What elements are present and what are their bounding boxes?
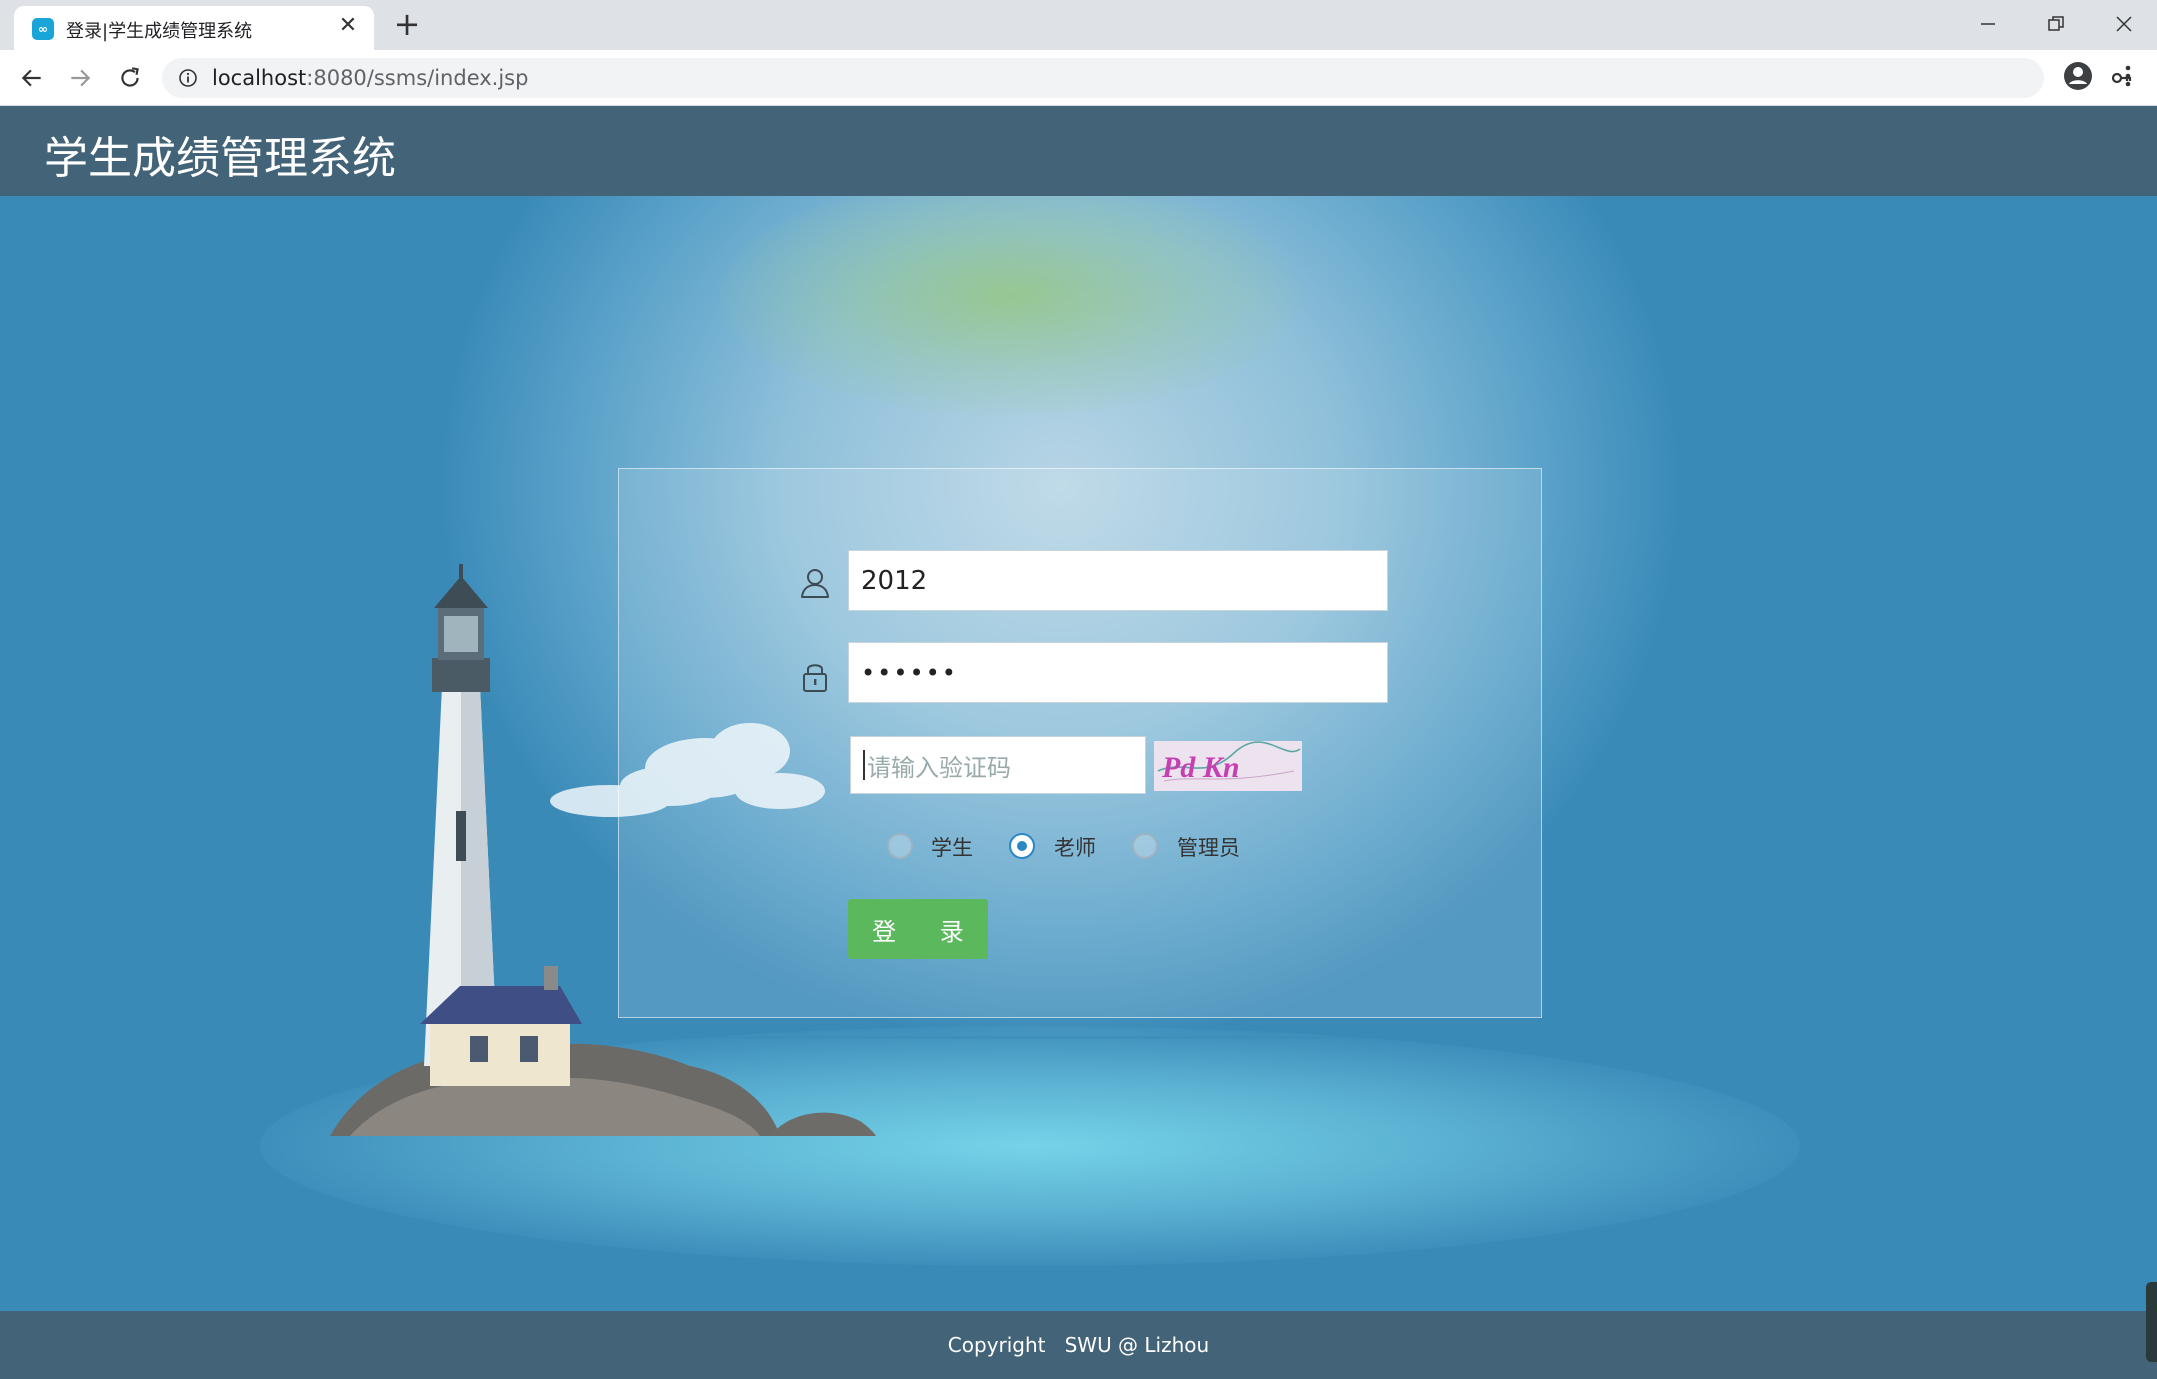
info-icon[interactable] xyxy=(178,68,198,88)
role-radio-student[interactable] xyxy=(887,833,913,859)
reload-icon xyxy=(121,67,139,87)
login-button[interactable]: 登 录 xyxy=(848,899,988,959)
restore-icon xyxy=(2048,16,2064,31)
reload-button[interactable] xyxy=(112,60,148,96)
username-value: 2012 xyxy=(861,565,928,596)
captcha-placeholder: 请输入验证码 xyxy=(867,753,1011,782)
side-handle[interactable] xyxy=(2146,1282,2157,1362)
url-host: localhost xyxy=(212,66,307,90)
address-bar[interactable]: localhost:8080/ssms/index.jsp xyxy=(162,58,2132,98)
app-header: 学生成绩管理系统 xyxy=(0,106,2157,196)
arrow-left-icon xyxy=(21,69,41,87)
password-value: •••••• xyxy=(861,658,958,687)
back-button[interactable] xyxy=(14,60,50,96)
role-radio-admin[interactable] xyxy=(1132,833,1158,859)
url-path: :8080/ssms/index.jsp xyxy=(306,66,529,90)
app-footer: Copyright SWU @ Lizhou xyxy=(0,1311,2157,1379)
more-menu-icon[interactable] xyxy=(2114,62,2142,90)
window-minimize-button[interactable] xyxy=(1958,4,2018,44)
browser-toolbar: localhost:8080/ssms/index.jsp xyxy=(0,50,2157,106)
browser-tab[interactable]: ∞ 登录|学生成绩管理系统 ✕ xyxy=(14,6,374,50)
password-input[interactable]: •••••• xyxy=(848,642,1388,703)
login-panel: 2012 •••••• 请输入验证码 Pd Kn 学生 老师 管理员 登 录 xyxy=(618,468,1542,1018)
arrow-right-icon xyxy=(71,69,91,87)
background-glow xyxy=(720,176,1300,416)
role-label-admin[interactable]: 管理员 xyxy=(1177,832,1240,862)
role-label-student[interactable]: 学生 xyxy=(931,832,973,862)
lock-icon xyxy=(803,664,827,692)
page-content: 学生成绩管理系统 2012 •••••• 请输入验证码 Pd Kn 学生 老师 … xyxy=(0,106,2157,1379)
minimize-icon xyxy=(1981,23,1995,25)
username-input[interactable]: 2012 xyxy=(848,550,1388,611)
new-tab-button[interactable]: + xyxy=(390,8,424,42)
role-label-teacher[interactable]: 老师 xyxy=(1054,832,1096,862)
captcha-input[interactable]: 请输入验证码 xyxy=(850,736,1146,794)
text-caret xyxy=(863,750,865,780)
tab-close-icon[interactable]: ✕ xyxy=(336,14,360,38)
window-restore-button[interactable] xyxy=(2026,4,2086,44)
tab-title: 登录|学生成绩管理系统 xyxy=(66,21,253,42)
captcha-image[interactable]: Pd Kn xyxy=(1154,741,1302,791)
role-selector: 学生 老师 管理员 xyxy=(887,826,1327,866)
close-icon xyxy=(2116,16,2132,32)
site-favicon-icon: ∞ xyxy=(32,18,54,40)
copyright-text: Copyright SWU @ Lizhou xyxy=(947,1333,1210,1357)
role-radio-teacher[interactable] xyxy=(1009,833,1035,859)
forward-button[interactable] xyxy=(62,60,98,96)
captcha-text: Pd Kn xyxy=(1161,751,1240,784)
browser-tab-strip: ∞ 登录|学生成绩管理系统 ✕ + xyxy=(0,0,2157,50)
system-title: 学生成绩管理系统 xyxy=(44,133,396,184)
window-close-button[interactable] xyxy=(2094,4,2154,44)
url-text: localhost:8080/ssms/index.jsp xyxy=(212,66,528,90)
user-icon xyxy=(801,569,829,598)
account-icon[interactable] xyxy=(2062,60,2094,92)
